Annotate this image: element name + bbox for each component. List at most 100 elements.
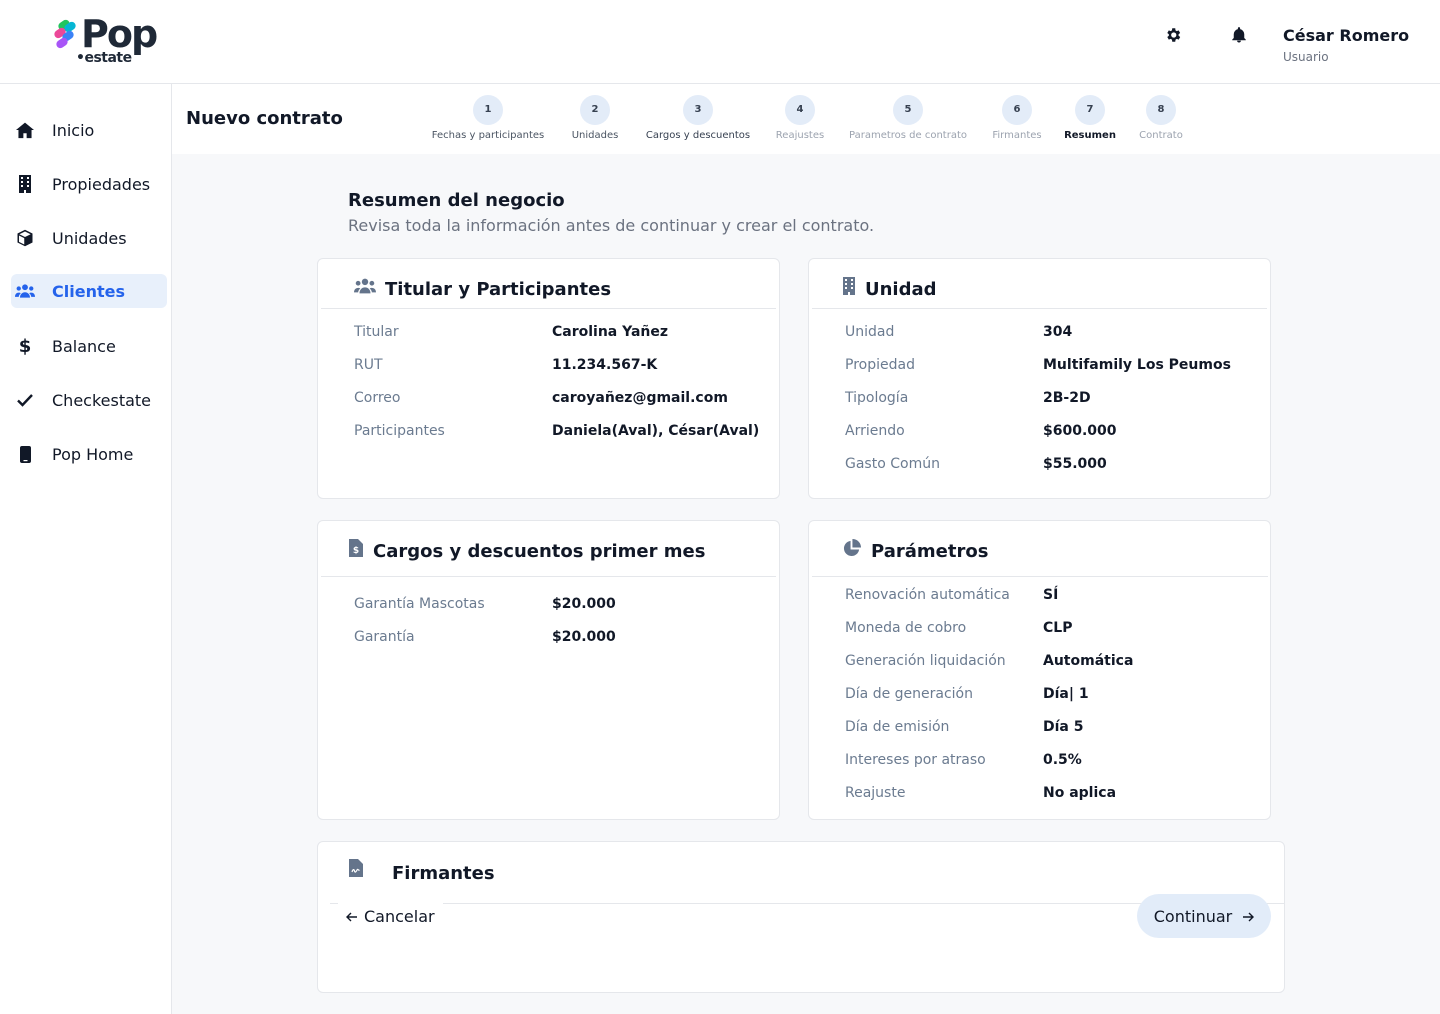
row-value: Carolina Yañez <box>552 324 669 340</box>
sidebar-item-label: Clientes <box>52 281 125 301</box>
row-label: Gasto Común <box>845 456 940 472</box>
row-value: Día 5 <box>1043 719 1084 735</box>
users-icon <box>15 281 35 301</box>
card-header: Firmantes <box>330 842 1284 904</box>
step-1[interactable]: 1 Fechas y participantes <box>430 95 546 141</box>
sidebar-item-inicio[interactable]: Inicio <box>11 113 167 147</box>
sidebar-item-checkestate[interactable]: Checkestate <box>11 383 167 417</box>
step-4[interactable]: 4 Reajustes <box>773 95 827 141</box>
row-label: RUT <box>354 357 383 373</box>
card-header: $ Cargos y descuentos primer mes <box>321 521 776 577</box>
bell-icon[interactable] <box>1229 26 1249 46</box>
cargos-card: $ Cargos y descuentos primer mes Garantí… <box>317 520 780 820</box>
sidebar-item-balance[interactable]: $ Balance <box>11 329 167 363</box>
row-label: Garantía <box>354 629 415 645</box>
row-value: SÍ <box>1043 587 1059 603</box>
row-label: Día de generación <box>845 686 973 702</box>
step-label: Reajustes <box>775 130 825 141</box>
step-number: 4 <box>785 95 815 125</box>
row-value: caroyañez@gmail.com <box>552 390 728 406</box>
sidebar-item-pop-home[interactable]: Pop Home <box>11 437 167 471</box>
logo-mark <box>52 18 80 50</box>
card-header: Unidad <box>812 259 1267 309</box>
row-label: Renovación automática <box>845 587 1010 603</box>
sidebar-item-propiedades[interactable]: Propiedades <box>11 167 167 201</box>
row-label: Arriendo <box>845 423 905 439</box>
sidebar-item-clientes[interactable]: Clientes <box>11 274 167 308</box>
row-label: Día de emisión <box>845 719 950 735</box>
step-2[interactable]: 2 Unidades <box>570 95 620 141</box>
cancel-label: Cancelar <box>364 906 435 926</box>
arrow-left-icon <box>346 907 358 926</box>
row-value: CLP <box>1043 620 1073 636</box>
card-title: Parámetros <box>871 541 989 562</box>
step-number: 5 <box>893 95 923 125</box>
row-label: Propiedad <box>845 357 915 373</box>
row-value: $600.000 <box>1043 423 1117 439</box>
continue-button[interactable]: Continuar <box>1137 894 1271 938</box>
row-label: Intereses por atraso <box>845 752 986 768</box>
sidebar-item-label: Unidades <box>52 228 127 248</box>
row-value: Automática <box>1043 653 1134 669</box>
step-7[interactable]: 7 Resumen <box>1064 95 1116 141</box>
row-value: $20.000 <box>552 596 616 612</box>
row-value: 0.5% <box>1043 752 1082 768</box>
step-number: 1 <box>473 95 503 125</box>
main-content: Resumen del negocio Revisa toda la infor… <box>172 154 1440 1014</box>
step-label: Fechas y participantes <box>431 130 545 141</box>
row-label: Correo <box>354 390 401 406</box>
page-topbar: Nuevo contrato 1 Fechas y participantes … <box>172 84 1440 154</box>
sidebar-item-label: Pop Home <box>52 444 134 464</box>
step-label: Contrato <box>1139 130 1183 141</box>
step-5[interactable]: 5 Parametros de contrato <box>847 95 969 141</box>
phone-icon <box>15 444 35 464</box>
user-role: Usuario <box>1283 50 1329 64</box>
cancel-button[interactable]: Cancelar <box>338 902 443 930</box>
row-value: 11.234.567-K <box>552 357 658 373</box>
row-label: Garantía Mascotas <box>354 596 485 612</box>
sidebar-item-label: Checkestate <box>52 390 152 410</box>
building-icon <box>15 174 35 194</box>
pop-estate-logo[interactable]: Pop •estate <box>52 12 172 68</box>
dollar-icon: $ <box>18 335 32 357</box>
step-number: 6 <box>1002 95 1032 125</box>
sidebar-item-label: Inicio <box>52 120 95 140</box>
step-label: Cargos y descuentos <box>645 130 751 141</box>
sidebar-item-label: Balance <box>52 336 116 356</box>
summary-title: Resumen del negocio <box>348 190 565 211</box>
unidad-card: Unidad Unidad 304 Propiedad Multifamily … <box>808 258 1271 499</box>
logo-subtitle: •estate <box>76 50 132 66</box>
page-title: Nuevo contrato <box>186 108 343 129</box>
sidebar-item-label: Propiedades <box>52 174 151 194</box>
step-3[interactable]: 3 Cargos y descuentos <box>644 95 752 141</box>
pie-chart-icon <box>842 539 864 559</box>
row-value: Multifamily Los Peumos <box>1043 357 1231 373</box>
step-number: 3 <box>683 95 713 125</box>
sidebar-item-unidades[interactable]: Unidades <box>11 221 167 255</box>
step-8[interactable]: 8 Contrato <box>1136 95 1186 141</box>
step-number: 7 <box>1075 95 1105 125</box>
row-label: Generación liquidación <box>845 653 1006 669</box>
app-header: Pop •estate César Romero Usuario <box>0 0 1440 84</box>
step-number: 8 <box>1146 95 1176 125</box>
continue-label: Continuar <box>1153 906 1233 926</box>
gear-icon[interactable] <box>1163 26 1183 46</box>
step-6[interactable]: 6 Firmantes <box>990 95 1044 141</box>
row-label: Moneda de cobro <box>845 620 967 636</box>
card-title: Unidad <box>865 279 937 300</box>
step-label: Unidades <box>571 130 619 141</box>
user-name[interactable]: César Romero <box>1283 26 1409 45</box>
parametros-card: Parámetros Renovación automática SÍ Mone… <box>808 520 1271 820</box>
titular-card: Titular y Participantes Titular Carolina… <box>317 258 780 499</box>
row-label: Unidad <box>845 324 895 340</box>
step-label: Resumen <box>1064 130 1116 141</box>
row-value: $55.000 <box>1043 456 1107 472</box>
card-title: Cargos y descuentos primer mes <box>373 541 706 562</box>
card-title: Firmantes <box>392 863 495 884</box>
row-value: Día| 1 <box>1043 686 1089 702</box>
step-label: Firmantes <box>992 130 1042 141</box>
row-label: Tipología <box>845 390 909 406</box>
check-icon <box>15 390 35 410</box>
step-label: Parametros de contrato <box>849 130 967 141</box>
row-value: Daniela(Aval), César(Aval) <box>552 423 760 439</box>
